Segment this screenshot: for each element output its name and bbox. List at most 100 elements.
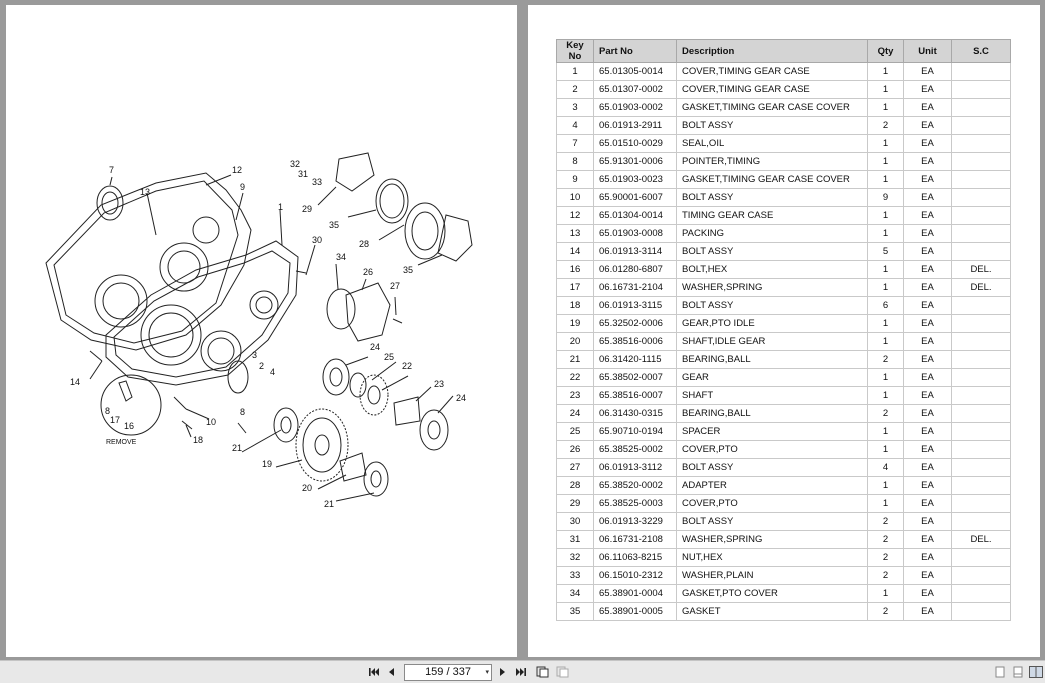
- cell-part-no: 65.01903-0008: [593, 224, 677, 243]
- cell-part-no: 65.01307-0002: [593, 80, 677, 99]
- cell-description: ADAPTER: [676, 476, 868, 495]
- table-row: 9 65.01903-0023 GASKET,TIMING GEAR CASE CO…: [556, 170, 1011, 189]
- callout-label: 19: [262, 459, 272, 469]
- page-number-input[interactable]: 159 / 337 ▾: [404, 664, 492, 681]
- cell-description: GASKET,TIMING GEAR CASE COVER: [676, 170, 868, 189]
- cell-unit: EA: [903, 62, 952, 81]
- next-page-icon[interactable]: [497, 664, 507, 680]
- header-part-no: Part No: [593, 39, 677, 63]
- callout-label: 35: [329, 220, 339, 230]
- table-row: 20 65.38516-0006 SHAFT,IDLE GEAR 1 EA: [556, 332, 1011, 351]
- cell-qty: 1: [867, 80, 904, 99]
- table-row: 3 65.01903-0002 GASKET,TIMING GEAR CASE CO…: [556, 98, 1011, 117]
- cell-key-no: 8: [556, 152, 594, 171]
- cell-key-no: 12: [556, 206, 594, 225]
- cell-description: BEARING,BALL: [676, 350, 868, 369]
- cell-key-no: 2: [556, 80, 594, 99]
- header-description: Description: [676, 39, 868, 63]
- cell-description: COVER,PTO: [676, 440, 868, 459]
- cell-description: WASHER,SPRING: [676, 530, 868, 549]
- cell-qty: 4: [867, 458, 904, 477]
- cell-unit: EA: [903, 368, 952, 387]
- callout-label: 35: [403, 265, 413, 275]
- cell-sc: [951, 350, 1011, 369]
- cell-part-no: 06.16731-2108: [593, 530, 677, 549]
- table-row: 28 65.38520-0002 ADAPTER 1 EA: [556, 476, 1011, 495]
- fit-page-icon[interactable]: [555, 664, 569, 680]
- cell-key-no: 29: [556, 494, 594, 513]
- cell-unit: EA: [903, 440, 952, 459]
- cell-sc: [951, 188, 1011, 207]
- callout-label: 21: [324, 499, 334, 509]
- parts-table: Key No Part No Description Qty Unit S.C …: [556, 39, 1011, 621]
- two-page-continuous-icon[interactable]: [1029, 664, 1043, 680]
- first-page-icon[interactable]: [368, 664, 380, 680]
- cell-key-no: 30: [556, 512, 594, 531]
- cell-part-no: 65.01903-0002: [593, 98, 677, 117]
- table-row: 30 06.01913-3229 BOLT ASSY 2 EA: [556, 512, 1011, 531]
- cell-qty: 9: [867, 188, 904, 207]
- cell-description: GASKET,PTO COVER: [676, 584, 868, 603]
- cell-description: GEAR,PTO IDLE: [676, 314, 868, 333]
- cell-sc: [951, 548, 1011, 567]
- cell-key-no: 20: [556, 332, 594, 351]
- cell-sc: [951, 584, 1011, 603]
- table-row: 34 65.38901-0004 GASKET,PTO COVER 1 EA: [556, 584, 1011, 603]
- cell-sc: [951, 152, 1011, 171]
- fit-width-icon[interactable]: [535, 664, 549, 680]
- cell-sc: [951, 206, 1011, 225]
- cell-part-no: 65.90710-0194: [593, 422, 677, 441]
- table-row: 1 65.01305-0014 COVER,TIMING GEAR CASE 1 EA: [556, 62, 1011, 81]
- cell-unit: EA: [903, 350, 952, 369]
- cell-qty: 1: [867, 440, 904, 459]
- cell-part-no: 65.38525-0003: [593, 494, 677, 513]
- prev-page-icon[interactable]: [386, 664, 396, 680]
- cell-unit: EA: [903, 548, 952, 567]
- callout-label: 12: [232, 165, 242, 175]
- cell-description: BOLT ASSY: [676, 512, 868, 531]
- cell-qty: 1: [867, 476, 904, 495]
- two-page-icon[interactable]: [1012, 664, 1024, 680]
- cell-unit: EA: [903, 404, 952, 423]
- cell-sc: [951, 566, 1011, 585]
- cell-unit: EA: [903, 476, 952, 495]
- cell-description: WASHER,PLAIN: [676, 566, 868, 585]
- cell-sc: [951, 494, 1011, 513]
- parts-list-page: Key No Part No Description Qty Unit S.C …: [528, 5, 1040, 657]
- cell-part-no: 06.15010-2312: [593, 566, 677, 585]
- cell-part-no: 06.01913-3115: [593, 296, 677, 315]
- table-row: 35 65.38901-0005 GASKET 2 EA: [556, 602, 1011, 621]
- page-number-value: 159 / 337: [425, 666, 471, 678]
- header-key-no: Key No: [556, 39, 594, 63]
- cell-key-no: 23: [556, 386, 594, 405]
- diagram-page: 7 13 12 9 1 32 31 33 29 30 34 26 27 35 2…: [6, 5, 517, 657]
- header-unit: Unit: [903, 39, 952, 63]
- cell-key-no: 14: [556, 242, 594, 261]
- cell-qty: 1: [867, 422, 904, 441]
- table-row: 2 65.01307-0002 COVER,TIMING GEAR CASE 1 EA: [556, 80, 1011, 99]
- callout-label: 14: [70, 377, 80, 387]
- cell-unit: EA: [903, 152, 952, 171]
- cell-key-no: 22: [556, 368, 594, 387]
- callout-label: 1: [278, 202, 283, 212]
- cell-qty: 1: [867, 152, 904, 171]
- callout-label: 23: [434, 379, 444, 389]
- cell-description: POINTER,TIMING: [676, 152, 868, 171]
- cell-unit: EA: [903, 188, 952, 207]
- cell-description: COVER,PTO: [676, 494, 868, 513]
- cell-description: PACKING: [676, 224, 868, 243]
- table-row: 23 65.38516-0007 SHAFT 1 EA: [556, 386, 1011, 405]
- cell-unit: EA: [903, 260, 952, 279]
- cell-part-no: 06.01913-3112: [593, 458, 677, 477]
- table-row: 7 65.01510-0029 SEAL,OIL 1 EA: [556, 134, 1011, 153]
- cell-sc: [951, 116, 1011, 135]
- cell-description: BOLT ASSY: [676, 296, 868, 315]
- cell-part-no: 65.01903-0023: [593, 170, 677, 189]
- cell-sc: [951, 296, 1011, 315]
- cell-key-no: 24: [556, 404, 594, 423]
- single-page-icon[interactable]: [994, 664, 1006, 680]
- last-page-icon[interactable]: [514, 664, 527, 680]
- cell-description: BOLT ASSY: [676, 242, 868, 261]
- header-qty: Qty: [867, 39, 904, 63]
- cell-key-no: 35: [556, 602, 594, 621]
